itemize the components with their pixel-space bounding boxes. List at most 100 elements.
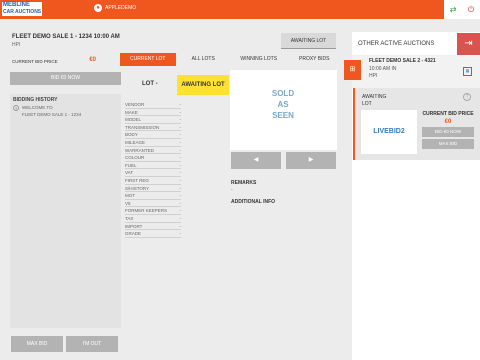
lot-field-label: IMPORT	[125, 223, 143, 229]
live-current-bid-value: €0	[444, 119, 452, 125]
live-max-bid-button[interactable]: MAX BID	[422, 139, 474, 149]
app-logo: MEBLINE CAR AUCTIONS	[2, 2, 42, 16]
logo-line2: CAR AUCTIONS	[3, 9, 42, 15]
remarks-value: -	[231, 187, 233, 193]
lot-field-value: -	[179, 208, 182, 214]
sale-title: FLEET DEMO SALE 1 - 1234 10:00 AM	[12, 34, 120, 40]
current-bid-label: CURRENT BID PRICE	[12, 59, 58, 64]
lot-field-value: -	[179, 102, 182, 107]
lot-field-row: MILEAGE -	[125, 139, 181, 147]
lot-field-row: IMPORT -	[125, 223, 181, 231]
top-bar: MEBLINE CAR AUCTIONS ● APPLEDEMO ⇄ ⏻	[0, 0, 480, 19]
history-line2: FLEET DEMO SALE 1 - 1234	[22, 112, 82, 117]
live-auction-card: AWAITING LOT ? LIVEBID2 CURRENT BID PRIC…	[353, 88, 480, 160]
max-bid-button[interactable]: MAX BID	[11, 336, 63, 352]
lot-field-row: VAT -	[125, 169, 181, 177]
lot-field-label: GRADE	[125, 231, 142, 237]
lot-field-value: -	[179, 177, 182, 183]
lot-field-row: COLOUR -	[125, 154, 181, 162]
tab-current-lot[interactable]: CURRENT LOT	[120, 53, 176, 66]
remarks-title: REMARKS	[231, 180, 257, 186]
logo-line1: MEBLINE	[3, 2, 30, 8]
additional-info-title: ADDITIONAL INFO	[231, 199, 276, 205]
sold-text-1: SOLD	[271, 89, 295, 98]
lot-field-label: MAKE	[125, 109, 138, 115]
lot-field-value: -	[179, 147, 182, 153]
user-info[interactable]: ● APPLEDEMO	[94, 4, 136, 12]
grid-toggle-icon[interactable]: ⊞	[344, 60, 361, 80]
user-icon: ●	[94, 4, 102, 12]
lot-field-row: WARRANTED -	[125, 147, 181, 155]
lot-field-label: MODEL	[125, 117, 142, 123]
lot-field-row: MOT -	[125, 192, 181, 200]
calendar-icon[interactable]: ▦	[463, 67, 472, 76]
live-current-bid-label: CURRENT BID PRICE	[422, 111, 474, 117]
lot-field-value: -	[179, 231, 182, 237]
lot-field-row: VENDOR -	[125, 101, 181, 109]
other-auction-time: 10:00 AM IN	[369, 66, 397, 72]
lot-field-label: VENDOR	[125, 102, 145, 107]
lot-field-label: FORMER KEEPERS	[125, 208, 168, 214]
other-auction-title: FLEET DEMO SALE 2 - 4321	[369, 58, 436, 64]
lot-field-value: -	[179, 215, 182, 221]
username: APPLEDEMO	[105, 5, 137, 11]
lot-field-label: MOT	[125, 193, 135, 199]
lot-field-row: FORMER KEEPERS -	[125, 207, 181, 215]
live-bid-now-button[interactable]: BID €0 NOW	[422, 127, 474, 137]
bidding-history: BIDDING HISTORY ? WELCOME TO FLEET DEMO …	[10, 94, 121, 328]
lot-field-label: FIRST REG	[125, 177, 149, 183]
bid-now-button[interactable]: BID €0 NOW	[10, 72, 121, 85]
tab-winning-lots[interactable]: WINNING LOTS	[231, 53, 287, 66]
lot-field-row: V5 -	[125, 200, 181, 208]
tab-all-lots[interactable]: ALL LOTS	[176, 53, 232, 66]
history-entry: ? WELCOME TO	[13, 105, 53, 111]
bidding-history-title: BIDDING HISTORY	[13, 97, 58, 103]
lot-status-badge: AWAITING LOT	[177, 75, 229, 95]
lot-field-value: -	[179, 185, 182, 191]
lot-tabs: CURRENT LOT ALL LOTS WINNING LOTS PROXY …	[120, 53, 342, 66]
lot-field-value: -	[179, 193, 182, 199]
lot-field-value: -	[179, 132, 182, 138]
lot-field-row: BODY -	[125, 131, 181, 139]
sold-text-3: SEEN	[272, 111, 294, 120]
lot-field-label: BODY	[125, 132, 138, 138]
tab-proxy-bids[interactable]: PROXY BIDS	[287, 53, 343, 66]
other-auction-card[interactable]: FLEET DEMO SALE 2 - 4321 10:00 AM IN HPI…	[352, 55, 480, 88]
sold-as-seen-placeholder: SOLD AS SEEN	[263, 88, 303, 132]
help-icon[interactable]: ?	[463, 93, 471, 101]
lot-field-row: TAX -	[125, 215, 181, 223]
current-bid-row: CURRENT BID PRICE €0	[10, 55, 122, 67]
next-image-button[interactable]: ▶	[286, 152, 336, 169]
prev-image-button[interactable]: ◀	[231, 152, 281, 169]
im-out-button[interactable]: I'M OUT	[66, 336, 118, 352]
top-icons: ⇄ ⏻	[444, 0, 480, 19]
lot-field-label: MILEAGE	[125, 139, 146, 145]
lot-field-label: V5	[125, 200, 131, 206]
lot-field-value: -	[179, 155, 182, 161]
sale-status: AWAITING LOT	[281, 33, 336, 49]
other-auctions-title: OTHER ACTIVE AUCTIONS	[358, 41, 435, 47]
lot-field-row: FIRST REG -	[125, 177, 181, 185]
lot-field-row: TRANSMISSION -	[125, 124, 181, 132]
live-status-1: AWAITING	[362, 94, 387, 100]
lot-field-row: GRADE -	[125, 230, 181, 238]
live-status-2: LOT	[362, 101, 372, 107]
lot-field-label: COLOUR	[125, 155, 145, 161]
lot-field-label: S/HISTORY	[125, 185, 150, 191]
history-line1: WELCOME TO	[22, 105, 53, 110]
exchange-icon[interactable]: ⇄	[450, 5, 457, 14]
lot-number: LOT -	[142, 81, 158, 87]
sale-subtitle: HPI	[12, 42, 21, 48]
lot-field-value: -	[179, 139, 182, 145]
lot-field-row: MODEL -	[125, 116, 181, 124]
lot-field-row: FUEL -	[125, 162, 181, 170]
lot-field-label: TRANSMISSION	[125, 124, 160, 130]
exit-icon[interactable]: ⇥	[457, 33, 480, 55]
lot-field-label: WARRANTED	[125, 147, 154, 153]
sold-text-2: AS	[277, 100, 289, 109]
lot-field-value: -	[179, 124, 182, 130]
lot-field-value: -	[179, 223, 182, 229]
lot-field-value: -	[179, 170, 182, 176]
power-icon[interactable]: ⏻	[468, 5, 474, 15]
lot-field-value: -	[179, 162, 182, 168]
